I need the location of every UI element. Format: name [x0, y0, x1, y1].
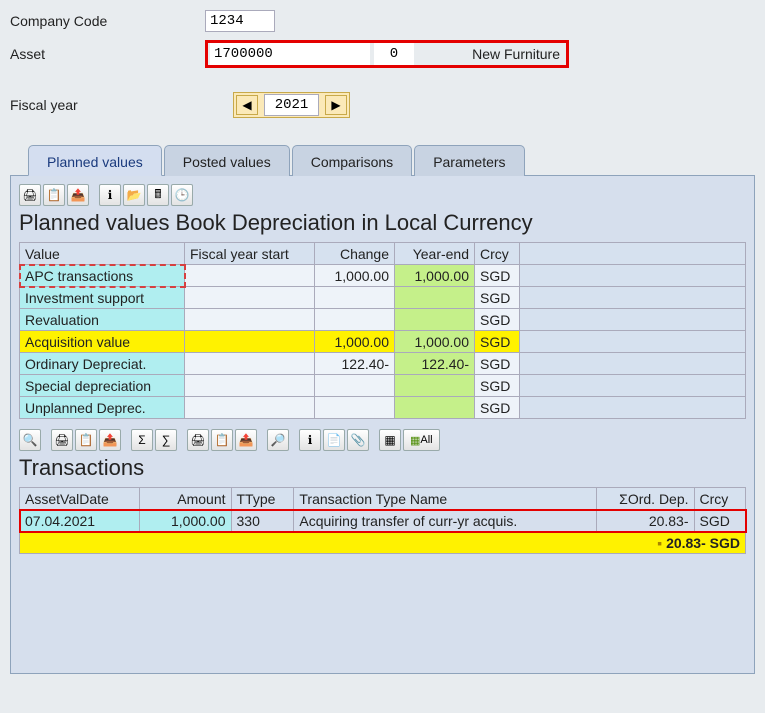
print2-icon[interactable]: 🖨 — [51, 429, 73, 451]
col-change[interactable]: Change — [315, 243, 395, 265]
planned-toolbar: 🖨 📋 📤 ℹ 📂 🖩 🕒 — [19, 184, 746, 206]
details-icon[interactable]: 🔍 — [19, 429, 41, 451]
tab-comparisons[interactable]: Comparisons — [292, 145, 412, 176]
table-row[interactable]: APC transactions1,000.001,000.00SGD — [20, 265, 746, 287]
export2-icon[interactable]: 📤 — [99, 429, 121, 451]
company-code-input[interactable] — [205, 10, 275, 32]
fiscal-year-label: Fiscal year — [10, 97, 205, 113]
all-button[interactable]: ▦All — [403, 429, 440, 451]
planned-table: Value Fiscal year start Change Year-end … — [19, 242, 746, 419]
company-code-label: Company Code — [10, 13, 205, 29]
clock-icon[interactable]: 🕒 — [171, 184, 193, 206]
info-icon[interactable]: ℹ — [99, 184, 121, 206]
col-yearend[interactable]: Year-end — [395, 243, 475, 265]
print3-icon[interactable]: 🖨 — [187, 429, 209, 451]
col-date[interactable]: AssetValDate — [20, 488, 140, 510]
tx-table: AssetValDate Amount TType Transaction Ty… — [19, 487, 746, 554]
table-row[interactable]: Unplanned Deprec.SGD — [20, 397, 746, 419]
tab-strip: Planned values Posted values Comparisons… — [10, 144, 755, 176]
tx-row[interactable]: 07.04.2021 1,000.00 330 Acquiring transf… — [20, 510, 746, 532]
col-ttype[interactable]: TType — [231, 488, 294, 510]
col-crcy[interactable]: Crcy — [475, 243, 520, 265]
export3-icon[interactable]: 📤 — [235, 429, 257, 451]
layout3-icon[interactable]: 📋 — [211, 429, 233, 451]
col-amount[interactable]: Amount — [140, 488, 231, 510]
calc-icon[interactable]: 🖩 — [147, 184, 169, 206]
export-icon[interactable]: 📤 — [67, 184, 89, 206]
tx-total-row: ▪ 20.83- SGD — [20, 532, 746, 554]
sum-icon[interactable]: Σ — [131, 429, 153, 451]
subtotal-icon[interactable]: ∑ — [155, 429, 177, 451]
table-row[interactable]: Ordinary Depreciat.122.40-122.40-SGD — [20, 353, 746, 375]
layout-icon[interactable]: 📋 — [43, 184, 65, 206]
col-txname[interactable]: Transaction Type Name — [294, 488, 597, 510]
year-prev-button[interactable]: ◀ — [236, 95, 258, 115]
tx-title: Transactions — [19, 455, 746, 481]
asset-label: Asset — [10, 46, 205, 62]
table-row[interactable]: Investment supportSGD — [20, 287, 746, 309]
col-fys[interactable]: Fiscal year start — [185, 243, 315, 265]
tab-parameters[interactable]: Parameters — [414, 145, 524, 176]
tx-toolbar: 🔍 🖨 📋 📤 Σ ∑ 🖨 📋 📤 🔎 ℹ 📄 📎 ▦ ▦All — [19, 429, 746, 451]
asset-number-input[interactable] — [210, 43, 370, 65]
filter-icon[interactable]: 📂 — [123, 184, 145, 206]
asset-description: New Furniture — [416, 46, 566, 62]
content-panel: 🖨 📋 📤 ℹ 📂 🖩 🕒 Planned values Book Deprec… — [10, 176, 755, 674]
tab-posted-values[interactable]: Posted values — [164, 145, 290, 176]
grid-icon[interactable]: ▦ — [379, 429, 401, 451]
year-next-button[interactable]: ▶ — [325, 95, 347, 115]
col-value[interactable]: Value — [20, 243, 185, 265]
find-icon[interactable]: 🔎 — [267, 429, 289, 451]
layout2-icon[interactable]: 📋 — [75, 429, 97, 451]
asset-highlight: New Furniture — [205, 40, 569, 68]
nav-icon[interactable]: 📄 — [323, 429, 345, 451]
asset-sub-input[interactable] — [374, 43, 414, 65]
print-icon[interactable]: 🖨 — [19, 184, 41, 206]
col-txcrcy[interactable]: Crcy — [694, 488, 745, 510]
table-row[interactable]: RevaluationSGD — [20, 309, 746, 331]
table-row[interactable]: Acquisition value1,000.001,000.00SGD — [20, 331, 746, 353]
info2-icon[interactable]: ℹ — [299, 429, 321, 451]
fiscal-year-input[interactable] — [264, 94, 319, 116]
tab-planned-values[interactable]: Planned values — [28, 145, 162, 176]
col-dep[interactable]: ΣOrd. Dep. — [597, 488, 694, 510]
planned-title: Planned values Book Depreciation in Loca… — [19, 210, 746, 236]
fiscal-year-nav: ◀ ▶ — [233, 92, 350, 118]
clip-icon[interactable]: 📎 — [347, 429, 369, 451]
table-row[interactable]: Special depreciationSGD — [20, 375, 746, 397]
